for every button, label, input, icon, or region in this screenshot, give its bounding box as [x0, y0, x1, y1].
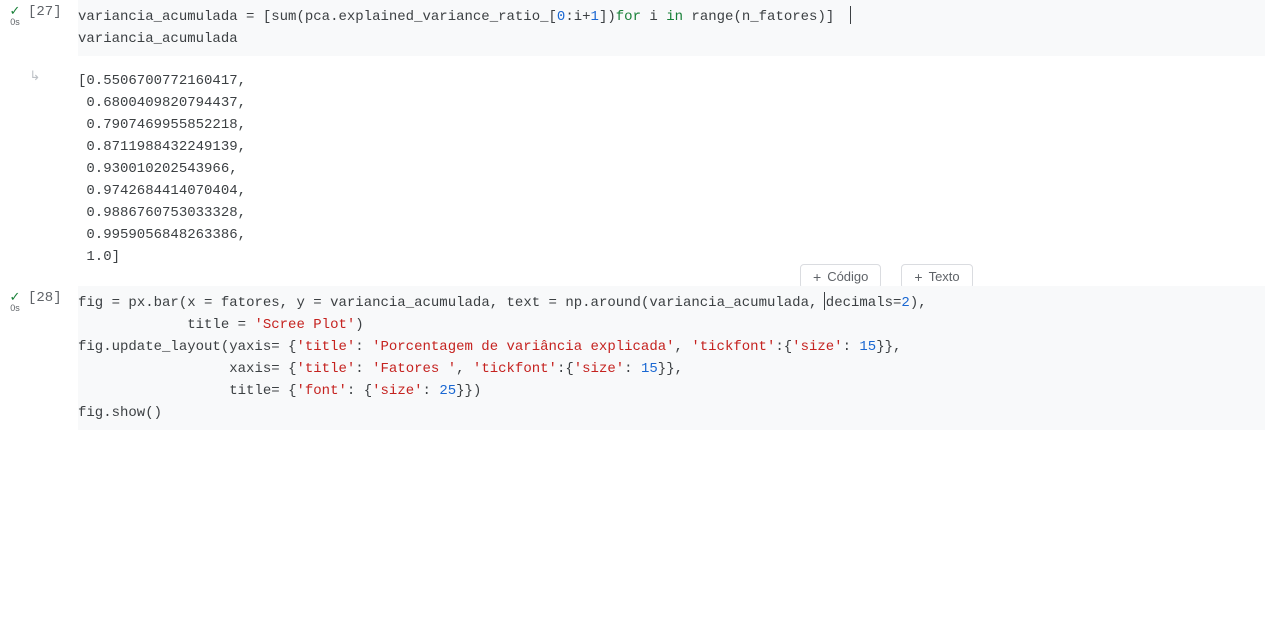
add-text-label: Texto — [929, 269, 960, 284]
code-cell-27: ✓ 0s [27] variancia_acumulada = [sum(pca… — [0, 0, 1265, 56]
output-cell-27: ↳ [0.5506700772160417, 0.680040982079443… — [0, 64, 1265, 274]
code-output-27: [0.5506700772160417, 0.6800409820794437,… — [78, 64, 1265, 274]
plus-icon: + — [813, 270, 821, 284]
exec-count: [28] — [26, 290, 62, 306]
check-icon: ✓ — [10, 290, 21, 304]
code-input-27[interactable]: variancia_acumulada = [sum(pca.explained… — [78, 0, 1265, 56]
add-code-label: Código — [827, 269, 868, 284]
output-gutter: ↳ — [0, 64, 78, 84]
code-input-28[interactable]: fig = px.bar(x = fatores, y = variancia_… — [78, 286, 1265, 430]
check-icon: ✓ — [10, 4, 21, 18]
text-cursor — [850, 6, 851, 24]
exec-count: [27] — [26, 4, 62, 20]
text-cursor — [824, 292, 825, 310]
exec-status: ✓ 0s — [6, 4, 24, 27]
exec-status: ✓ 0s — [6, 290, 24, 313]
exec-timing: 0s — [10, 17, 20, 27]
exec-timing: 0s — [10, 303, 20, 313]
cell-gutter: ✓ 0s [28] — [0, 286, 78, 313]
insert-bar: + Código + Texto — [0, 274, 1265, 286]
plus-icon: + — [914, 270, 922, 284]
cell-gutter: ✓ 0s [27] — [0, 0, 78, 27]
output-arrow-icon: ↳ — [26, 68, 44, 84]
code-cell-28: ✓ 0s [28] fig = px.bar(x = fatores, y = … — [0, 286, 1265, 430]
